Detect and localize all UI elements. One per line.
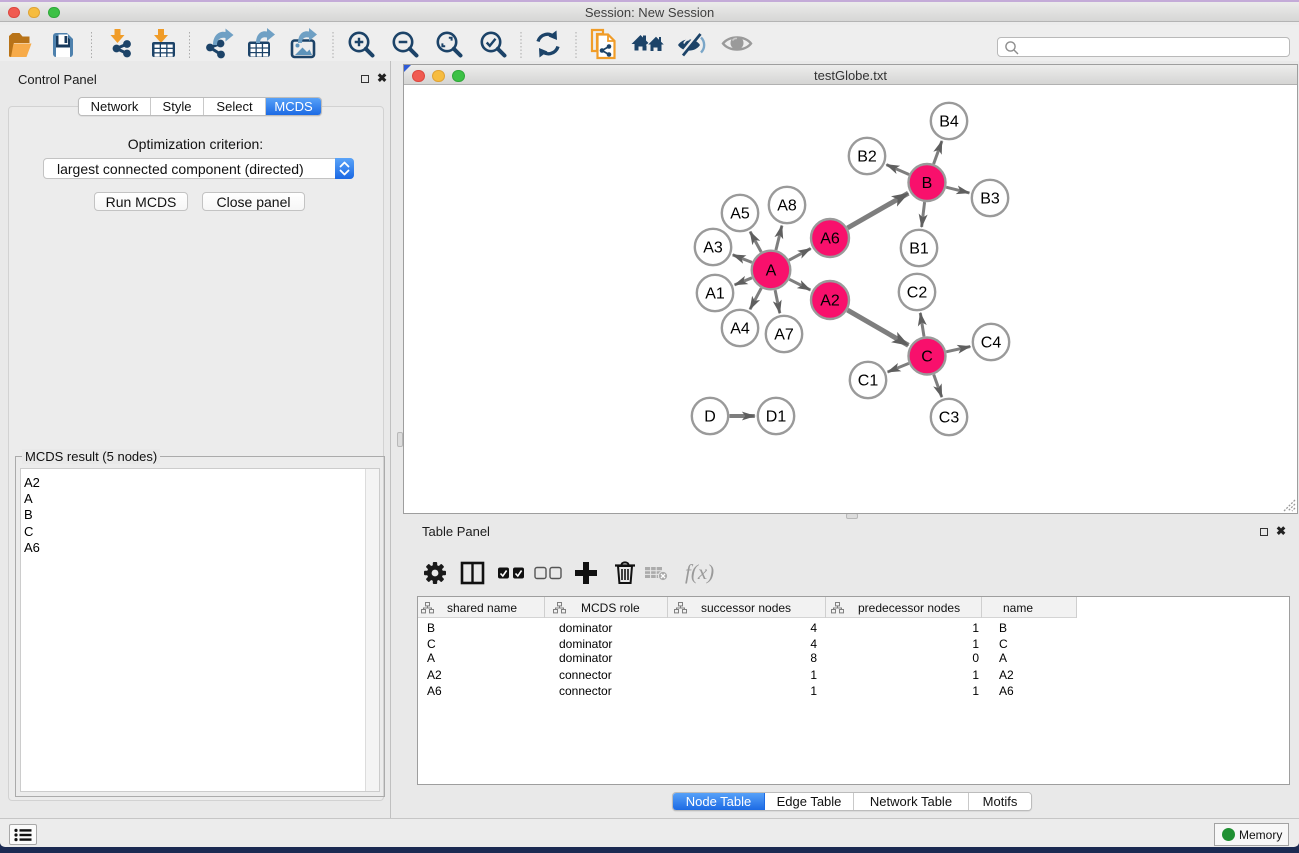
svg-text:A7: A7 xyxy=(774,327,794,344)
svg-text:f(x): f(x) xyxy=(685,560,714,584)
svg-text:A5: A5 xyxy=(730,206,750,223)
svg-text:C4: C4 xyxy=(981,335,1002,352)
svg-text:B: B xyxy=(922,175,933,192)
svg-text:C1: C1 xyxy=(858,373,879,390)
svg-text:B1: B1 xyxy=(909,241,929,258)
svg-text:A6: A6 xyxy=(820,231,840,248)
svg-text:A2: A2 xyxy=(820,293,840,310)
svg-text:D: D xyxy=(704,409,716,426)
svg-text:B4: B4 xyxy=(939,114,959,131)
svg-text:A3: A3 xyxy=(703,240,723,257)
svg-text:A1: A1 xyxy=(705,286,725,303)
svg-text:D1: D1 xyxy=(766,409,787,426)
svg-text:A4: A4 xyxy=(730,321,750,338)
svg-text:B2: B2 xyxy=(857,149,877,166)
svg-text:C2: C2 xyxy=(907,285,928,302)
svg-text:C: C xyxy=(921,349,933,366)
svg-text:B3: B3 xyxy=(980,191,1000,208)
svg-text:C3: C3 xyxy=(939,410,960,427)
svg-text:A8: A8 xyxy=(777,198,797,215)
svg-text:A: A xyxy=(766,263,777,280)
